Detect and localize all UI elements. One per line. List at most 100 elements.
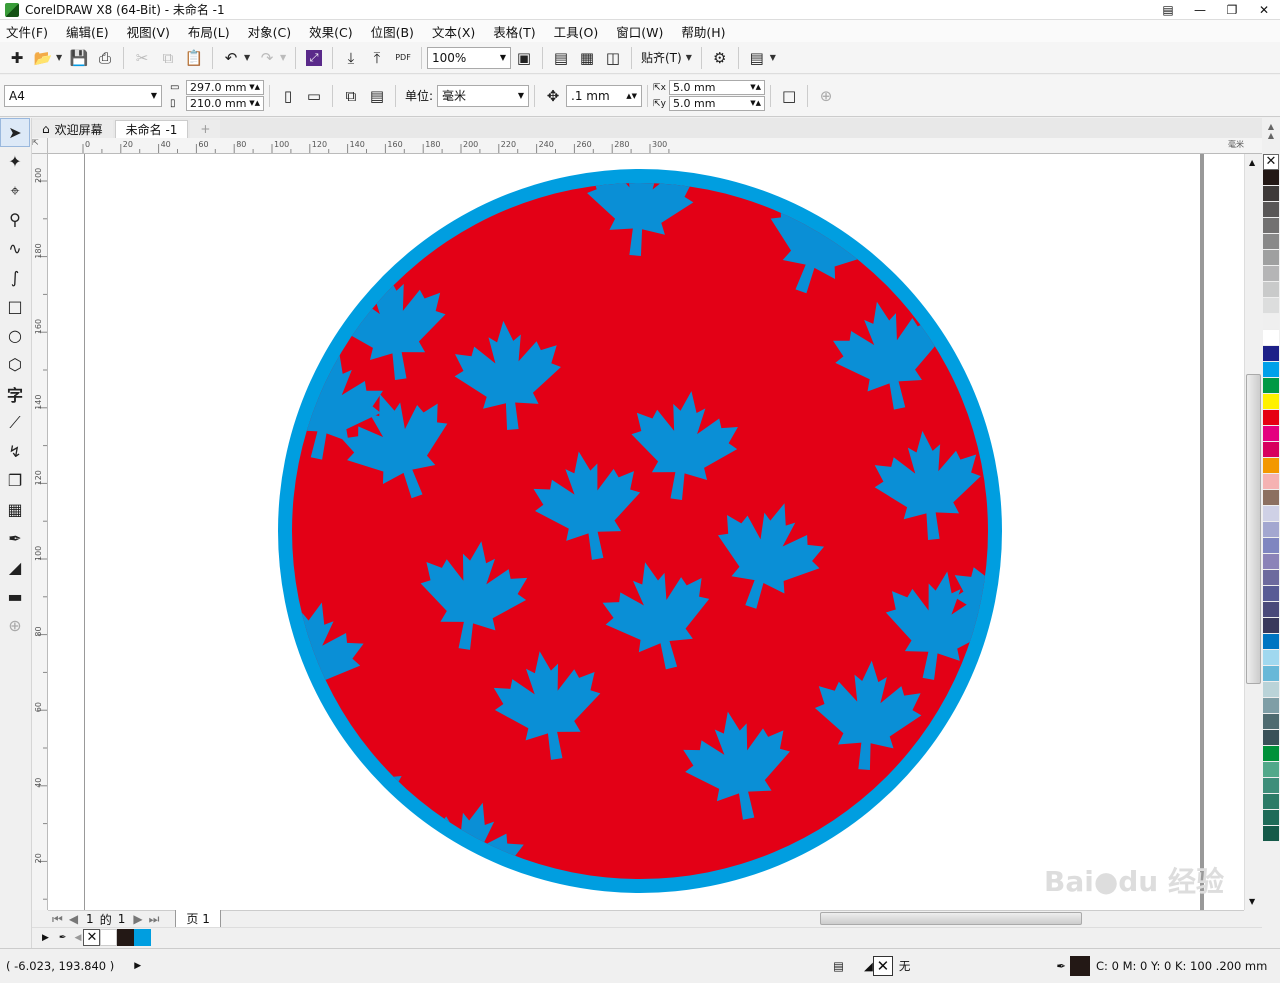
- tab-welcome-screen[interactable]: ⌂ 欢迎屏幕: [32, 120, 113, 138]
- eyedropper-icon[interactable]: ✒: [59, 933, 67, 943]
- pick-tool-icon[interactable]: ➤: [0, 118, 30, 147]
- scroll-down-icon[interactable]: ▼: [1249, 897, 1255, 906]
- scroll-thumb[interactable]: [1246, 374, 1261, 684]
- status-expand-icon[interactable]: ▶: [134, 961, 141, 971]
- red-disc[interactable]: [292, 183, 988, 879]
- palette-swatch[interactable]: [1263, 522, 1279, 538]
- palette-swatch[interactable]: [1263, 634, 1279, 650]
- palette-swatch[interactable]: [1263, 538, 1279, 554]
- zoom-level-combo[interactable]: 100% ▼: [427, 46, 511, 69]
- text-tool-icon[interactable]: 字: [0, 379, 30, 408]
- current-page-icon[interactable]: ▤: [364, 83, 390, 109]
- palette-swatch[interactable]: [1263, 234, 1279, 250]
- palette-swatch[interactable]: [1263, 602, 1279, 618]
- palette-swatch[interactable]: [1263, 490, 1279, 506]
- palette-scroll-up-icon[interactable]: ▲ ▲: [1262, 118, 1280, 154]
- import-icon[interactable]: ⤓: [338, 45, 364, 71]
- redo-dropdown-icon[interactable]: ▼: [280, 53, 290, 62]
- cyan-swatch[interactable]: [134, 929, 152, 946]
- publish-pdf-icon[interactable]: PDF: [390, 45, 416, 71]
- no-color-swatch[interactable]: ✕: [1263, 154, 1279, 170]
- palette-swatch[interactable]: [1263, 698, 1279, 714]
- minimize-button[interactable]: —: [1184, 0, 1216, 20]
- portrait-icon[interactable]: ▯: [275, 83, 301, 109]
- palette-swatch[interactable]: [1263, 474, 1279, 490]
- landscape-icon[interactable]: ▭: [301, 83, 327, 109]
- palette-swatch[interactable]: [1263, 378, 1279, 394]
- smart-fill-icon[interactable]: ▬: [0, 582, 30, 611]
- crop-tool-icon[interactable]: ⌖: [0, 176, 30, 205]
- search-content-icon[interactable]: ⤢: [301, 45, 327, 71]
- palette-swatch[interactable]: [1263, 506, 1279, 522]
- account-icon[interactable]: ▤: [1152, 0, 1184, 20]
- last-page-icon[interactable]: ⏭: [149, 912, 160, 927]
- scroll-up-icon[interactable]: ▲: [1249, 158, 1255, 167]
- save-icon[interactable]: 💾: [66, 45, 92, 71]
- palette-menu-icon[interactable]: ▶: [42, 933, 49, 943]
- palette-swatch[interactable]: [1263, 666, 1279, 682]
- all-pages-icon[interactable]: ⧉: [338, 83, 364, 109]
- palette-swatch[interactable]: [1263, 554, 1279, 570]
- palette-swatch[interactable]: [1263, 282, 1279, 298]
- units-combo[interactable]: 毫米 ▼: [437, 84, 530, 107]
- zoom-tool-icon[interactable]: ⚲: [0, 205, 30, 234]
- open-dropdown-icon[interactable]: ▼: [56, 53, 66, 62]
- shape-tool-icon[interactable]: ✦: [0, 147, 30, 176]
- palette-swatch[interactable]: [1263, 778, 1279, 794]
- drop-shadow-icon[interactable]: ❐: [0, 466, 30, 495]
- page-tab[interactable]: 页 1: [175, 910, 221, 928]
- menu-table[interactable]: 表格(T): [493, 22, 535, 41]
- palette-swatch[interactable]: [1263, 314, 1279, 330]
- freehand-tool-icon[interactable]: ∿: [0, 234, 30, 263]
- menu-bitmaps[interactable]: 位图(B): [371, 22, 414, 41]
- duplicate-y-field[interactable]: 5.0 mm ▼▲: [669, 96, 766, 111]
- options-gear-icon[interactable]: ⚙: [707, 45, 733, 71]
- palette-swatch[interactable]: [1263, 362, 1279, 378]
- ellipse-tool-icon[interactable]: ○: [0, 321, 30, 350]
- menu-help[interactable]: 帮助(H): [681, 22, 725, 41]
- palette-swatch[interactable]: [1263, 586, 1279, 602]
- snap-to-button[interactable]: 贴齐(T): [641, 49, 682, 66]
- white-swatch[interactable]: [100, 929, 118, 946]
- palette-swatch[interactable]: [1263, 186, 1279, 202]
- palette-swatch[interactable]: [1263, 170, 1279, 186]
- polygon-tool-icon[interactable]: ⬡: [0, 350, 30, 379]
- palette-swatch[interactable]: [1263, 794, 1279, 810]
- palette-swatch[interactable]: [1263, 250, 1279, 266]
- menu-effects[interactable]: 效果(C): [309, 22, 352, 41]
- menu-object[interactable]: 对象(C): [248, 22, 291, 41]
- page-height-field[interactable]: 210.0 mm ▼▲: [186, 96, 264, 111]
- add-plus-icon[interactable]: ⊕: [813, 83, 839, 109]
- palette-swatch[interactable]: [1263, 426, 1279, 442]
- palette-swatch[interactable]: [1263, 826, 1279, 842]
- page-width-field[interactable]: 297.0 mm ▼▲: [186, 80, 264, 95]
- menu-text[interactable]: 文本(X): [432, 22, 475, 41]
- vertical-ruler[interactable]: 200 180 160 140 120 100 80 60 40 20: [32, 154, 48, 910]
- first-page-icon[interactable]: ⏮: [52, 912, 63, 927]
- palette-swatch[interactable]: [1263, 714, 1279, 730]
- rectangle-tool-icon[interactable]: □: [0, 292, 30, 321]
- nudge-distance-field[interactable]: .1 mm ▲▼: [566, 84, 643, 107]
- copy-icon[interactable]: ⧉: [155, 45, 181, 71]
- next-page-icon[interactable]: ▶: [133, 912, 142, 926]
- new-document-icon[interactable]: ✚: [4, 45, 30, 71]
- palette-swatch[interactable]: [1263, 410, 1279, 426]
- outline-color-swatch[interactable]: [1070, 956, 1091, 976]
- palette-left-icon[interactable]: ◀: [74, 933, 81, 943]
- eyedropper-tool-icon[interactable]: ✒: [0, 524, 30, 553]
- menu-layout[interactable]: 布局(L): [188, 22, 230, 41]
- palette-swatch[interactable]: [1263, 682, 1279, 698]
- full-screen-icon[interactable]: ▣: [511, 45, 537, 71]
- no-color-swatch[interactable]: ✕: [83, 929, 101, 946]
- menu-edit[interactable]: 编辑(E): [66, 22, 109, 41]
- palette-swatch[interactable]: [1263, 810, 1279, 826]
- show-grid-icon[interactable]: ▦: [574, 45, 600, 71]
- connector-tool-icon[interactable]: ↯: [0, 437, 30, 466]
- color-proof-icon[interactable]: ▤: [833, 959, 844, 973]
- restore-button[interactable]: ❐: [1216, 0, 1248, 20]
- palette-swatch[interactable]: [1263, 458, 1279, 474]
- print-icon[interactable]: ⎙: [92, 45, 118, 71]
- horizontal-scroll-thumb[interactable]: [820, 912, 1082, 925]
- parallel-dimension-icon[interactable]: ⟋: [0, 408, 30, 437]
- vertical-scrollbar[interactable]: ▲ ▼: [1244, 154, 1262, 910]
